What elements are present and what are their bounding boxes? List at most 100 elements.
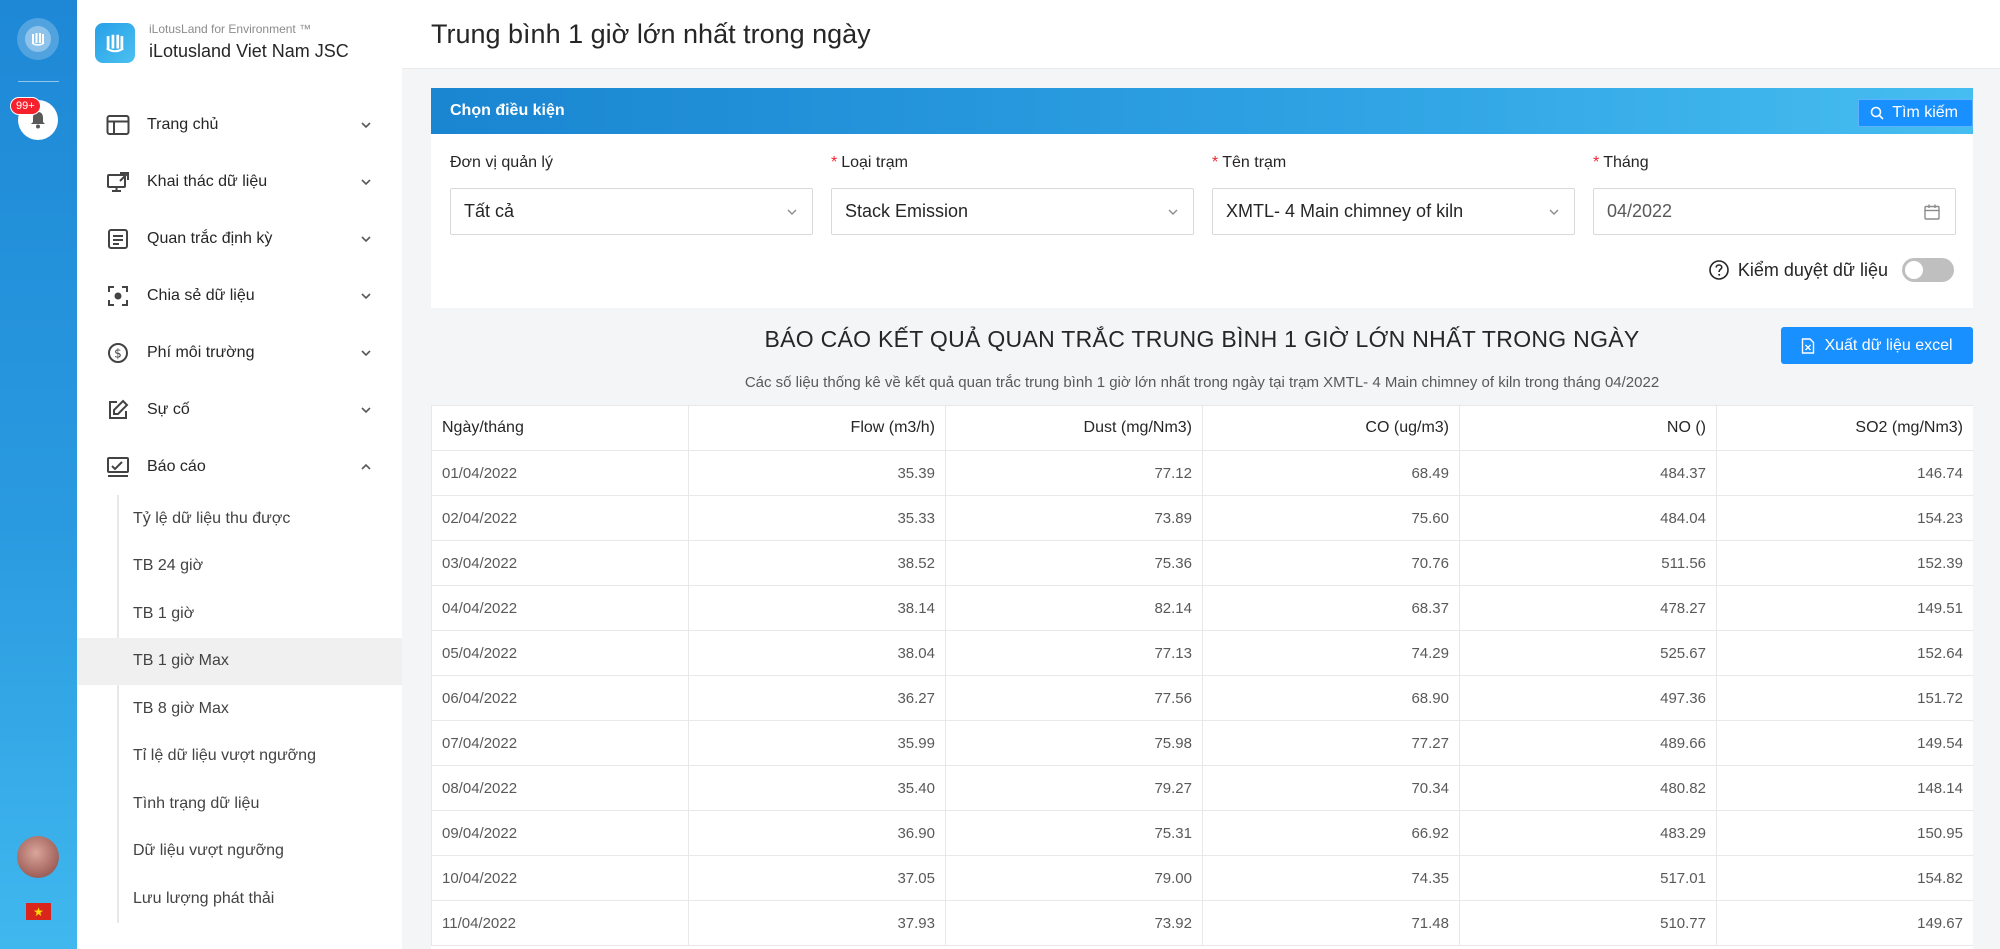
- export-button-label: Xuất dữ liệu excel: [1824, 336, 1953, 354]
- submenu-item-ty-le-du-lieu-thu-duoc[interactable]: Tỷ lệ dữ liệu thu được: [119, 495, 402, 543]
- sidebar-item-trang-chu[interactable]: Trang chủ: [77, 96, 402, 153]
- report-table: Ngày/tháng Flow (m3/h) Dust (mg/Nm3) CO …: [431, 405, 1973, 946]
- main-content: Trung bình 1 giờ lớn nhất trong ngày Chọ…: [402, 0, 2000, 949]
- chevron-down-icon: [360, 347, 372, 359]
- so2-cell: 149.54: [1716, 720, 1973, 766]
- station-type-select-value: Stack Emission: [845, 201, 969, 221]
- submenu-item-tb-1-gio[interactable]: TB 1 giờ: [119, 590, 402, 638]
- column-header-flow[interactable]: Flow (m3/h): [688, 405, 946, 451]
- station-type-select[interactable]: Stack Emission: [831, 188, 1194, 235]
- submenu-item-tb-1-gio-max[interactable]: TB 1 giờ Max: [77, 637, 402, 685]
- scan-icon: [105, 283, 131, 309]
- chevron-down-icon: [360, 290, 372, 302]
- station-name-select-value: XMTL- 4 Main chimney of kiln: [1226, 201, 1464, 221]
- column-header-no[interactable]: NO (): [1459, 405, 1717, 451]
- user-avatar[interactable]: [17, 836, 59, 878]
- search-icon: [1870, 106, 1884, 120]
- date-cell: 10/04/2022: [431, 855, 689, 901]
- month-picker[interactable]: 04/2022: [1593, 188, 1956, 235]
- date-cell: 04/04/2022: [431, 585, 689, 631]
- submenu-item-ti-le-du-lieu-vuot-nguong[interactable]: Tỉ lệ dữ liệu vượt ngưỡng: [119, 733, 402, 781]
- submenu-item-tb-24-gio[interactable]: TB 24 giờ: [119, 543, 402, 591]
- rail-divider: [18, 81, 59, 82]
- sidebar-item-label: Sự cố: [147, 400, 190, 418]
- submenu-item-tb-8-gio-max[interactable]: TB 8 giờ Max: [119, 685, 402, 733]
- so2-cell: 152.64: [1716, 630, 1973, 676]
- no-cell: 483.29: [1459, 810, 1717, 856]
- chevron-down-icon: [360, 119, 372, 131]
- co-cell: 68.49: [1202, 450, 1460, 496]
- flow-cell: 36.90: [688, 810, 946, 856]
- dust-cell: 79.27: [945, 765, 1203, 811]
- sidebar-item-label: Trang chủ: [147, 115, 219, 133]
- co-cell: 71.48: [1202, 900, 1460, 946]
- flow-cell: 35.99: [688, 720, 946, 766]
- column-header-dust[interactable]: Dust (mg/Nm3): [945, 405, 1203, 451]
- report-table-container[interactable]: Ngày/tháng Flow (m3/h) Dust (mg/Nm3) CO …: [431, 405, 1973, 949]
- unit-select[interactable]: Tất cả: [450, 188, 813, 235]
- date-cell: 06/04/2022: [431, 675, 689, 721]
- sidebar-item-chia-se-du-lieu[interactable]: Chia sẻ dữ liệu: [77, 267, 402, 324]
- so2-cell: 148.14: [1716, 765, 1973, 811]
- table-row: 09/04/2022 36.90 75.31 66.92 483.29 150.95: [431, 810, 1973, 856]
- table-row: 03/04/2022 38.52 75.36 70.76 511.56 152.39: [431, 540, 1973, 586]
- search-button[interactable]: Tìm kiếm: [1858, 99, 1973, 127]
- date-cell: 03/04/2022: [431, 540, 689, 586]
- unit-select-value: Tất cả: [464, 201, 515, 221]
- export-excel-button[interactable]: Xuất dữ liệu excel: [1781, 327, 1973, 364]
- sidebar-item-quan-trac-dinh-ky[interactable]: Quan trắc định kỳ: [77, 210, 402, 267]
- table-row: 06/04/2022 36.27 77.56 68.90 497.36 151.72: [431, 675, 1973, 721]
- column-header-so2[interactable]: SO2 (mg/Nm3): [1716, 405, 1973, 451]
- report-submenu: Tỷ lệ dữ liệu thu được TB 24 giờ TB 1 gi…: [77, 495, 402, 923]
- table-row: 11/04/2022 37.93 73.92 71.48 510.77 149.67: [431, 900, 1973, 946]
- page-header: Trung bình 1 giờ lớn nhất trong ngày: [402, 0, 2000, 69]
- report-subtitle: Các số liệu thống kê về kết quả quan trắ…: [744, 374, 1660, 391]
- no-cell: 484.04: [1459, 495, 1717, 541]
- dust-cell: 77.12: [945, 450, 1203, 496]
- approval-toggle[interactable]: [1902, 258, 1954, 282]
- no-cell: 484.37: [1459, 450, 1717, 496]
- station-name-select[interactable]: XMTL- 4 Main chimney of kiln: [1212, 188, 1575, 235]
- table-row: 02/04/2022 35.33 73.89 75.60 484.04 154.23: [431, 495, 1973, 541]
- month-picker-value: 04/2022: [1607, 201, 1673, 221]
- sidebar-item-khai-thac-du-lieu[interactable]: Khai thác dữ liệu: [77, 153, 402, 210]
- column-header-date[interactable]: Ngày/tháng: [431, 405, 689, 451]
- monitor-share-icon: [105, 169, 131, 195]
- so2-cell: 146.74: [1716, 450, 1973, 496]
- so2-cell: 149.67: [1716, 900, 1973, 946]
- app-logo-icon[interactable]: [17, 18, 59, 60]
- report-icon: [105, 454, 131, 480]
- date-cell: 08/04/2022: [431, 765, 689, 811]
- submenu-item-luu-luong-phat-thai[interactable]: Lưu lượng phát thải: [119, 875, 402, 923]
- submenu-item-tinh-trang-du-lieu[interactable]: Tình trạng dữ liệu: [119, 780, 402, 828]
- sidebar-item-bao-cao[interactable]: Báo cáo: [77, 438, 402, 495]
- approval-label: Kiểm duyệt dữ liệu: [1737, 259, 1888, 280]
- report-title: BÁO CÁO KẾT QUẢ QUAN TRẮC TRUNG BÌNH 1 G…: [764, 326, 1640, 352]
- filter-header: Chọn điều kiện: [431, 88, 1973, 134]
- submenu-item-du-lieu-vuot-nguong[interactable]: Dữ liệu vượt ngưỡng: [119, 828, 402, 876]
- vietnam-flag-icon[interactable]: ★: [26, 903, 51, 920]
- station-type-label: * Loại trạm: [831, 154, 908, 171]
- sidebar-item-su-co[interactable]: Sự cố: [77, 381, 402, 438]
- co-cell: 66.92: [1202, 810, 1460, 856]
- chevron-down-icon: [1167, 206, 1179, 218]
- flow-cell: 35.40: [688, 765, 946, 811]
- flow-cell: 36.27: [688, 675, 946, 721]
- sidebar-menu: Trang chủ Khai thác dữ liệu Quan trắc đị…: [77, 96, 402, 923]
- month-field: * Tháng 04/2022: [1593, 154, 1956, 235]
- brand: iLotusLand for Environment ™ iLotusland …: [95, 22, 349, 63]
- document-list-icon: [105, 226, 131, 252]
- no-cell: 497.36: [1459, 675, 1717, 721]
- question-circle-icon[interactable]: [1708, 259, 1730, 281]
- table-header-row: Ngày/tháng Flow (m3/h) Dust (mg/Nm3) CO …: [431, 405, 1973, 451]
- column-header-co[interactable]: CO (ug/m3): [1202, 405, 1460, 451]
- page-title: Trung bình 1 giờ lớn nhất trong ngày: [431, 18, 871, 49]
- date-cell: 05/04/2022: [431, 630, 689, 676]
- table-row: 08/04/2022 35.40 79.27 70.34 480.82 148.14: [431, 765, 1973, 811]
- dust-cell: 79.00: [945, 855, 1203, 901]
- filter-title: Chọn điều kiện: [450, 102, 565, 119]
- month-label: * Tháng: [1593, 154, 1649, 171]
- sidebar-item-phi-moi-truong[interactable]: $ Phí môi trường: [77, 324, 402, 381]
- app-rail: 99+ ★: [0, 0, 77, 949]
- dust-cell: 82.14: [945, 585, 1203, 631]
